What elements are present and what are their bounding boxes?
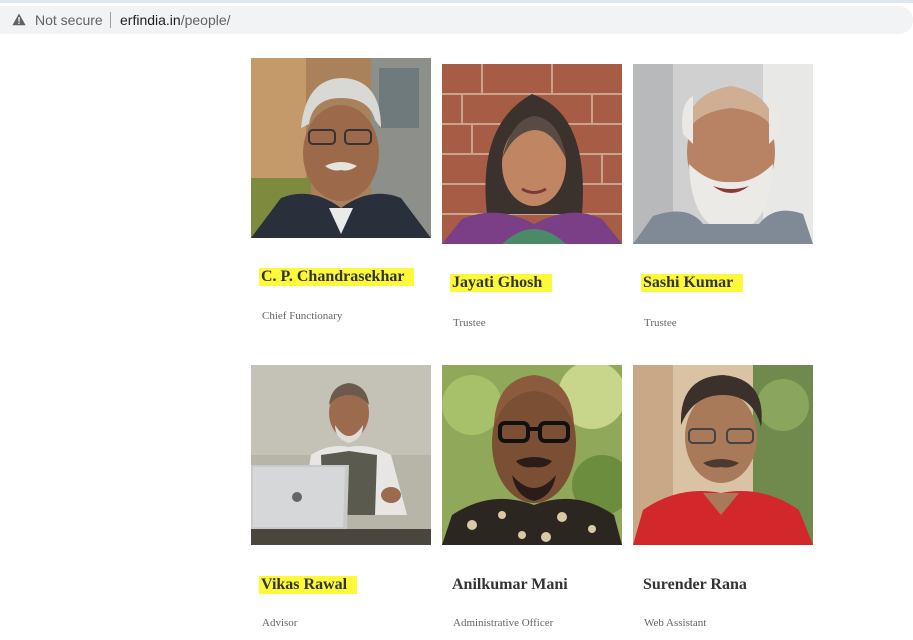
person-photo[interactable] [442, 365, 622, 545]
person-name[interactable]: C. P. Chandrasekhar [259, 268, 415, 286]
person-name[interactable]: Vikas Rawal [259, 576, 358, 594]
person-role: Trustee [453, 317, 486, 329]
security-status[interactable]: Not secure [35, 12, 103, 28]
person-name[interactable]: Sashi Kumar [641, 274, 744, 292]
person-photo[interactable] [442, 64, 622, 244]
person-photo[interactable] [633, 365, 813, 545]
divider [110, 12, 111, 28]
person-role: Advisor [262, 617, 298, 629]
url-path: /people/ [180, 12, 231, 28]
person-role: Web Assistant [644, 617, 707, 629]
person-name[interactable]: Anilkumar Mani [452, 576, 568, 594]
person-name[interactable]: Jayati Ghosh [450, 274, 553, 292]
url-host: erfindia.in [120, 12, 181, 28]
person-role: Administrative Officer [453, 617, 554, 629]
person-photo[interactable] [251, 58, 431, 238]
url-text[interactable]: erfindia.in/people/ [120, 12, 231, 28]
warning-icon[interactable] [12, 13, 26, 26]
person-role: Chief Functionary [262, 310, 343, 322]
person-name[interactable]: Surender Rana [643, 576, 747, 594]
person-photo[interactable] [251, 365, 431, 545]
person-role: Trustee [644, 317, 677, 329]
browser-toolbar: Not secure erfindia.in/people/ [0, 0, 913, 38]
person-photo[interactable] [633, 64, 813, 244]
address-bar[interactable]: Not secure erfindia.in/people/ [0, 6, 913, 34]
